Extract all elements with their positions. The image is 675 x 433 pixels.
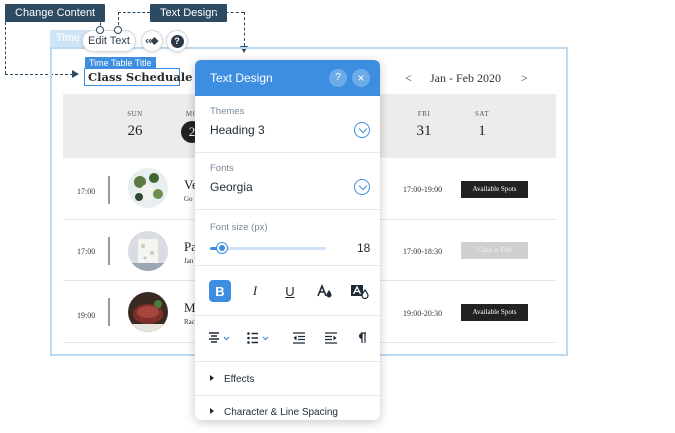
row-time: 19:00 — [77, 311, 96, 320]
class-image — [128, 231, 168, 271]
class-image — [128, 168, 168, 208]
indent-icon — [325, 332, 337, 344]
next-week-button[interactable]: > — [521, 71, 528, 86]
themes-section: Themes Heading 3 — [195, 96, 380, 153]
class-time-range: 17:00-19:00 — [403, 185, 443, 194]
schedule-title-text[interactable]: Class Scheduale — [84, 68, 192, 86]
themes-dropdown[interactable]: Heading 3 — [210, 123, 265, 137]
day-name: SUN — [127, 110, 143, 118]
day-name: SAT — [475, 110, 489, 118]
paragraph-direction-icon — [359, 332, 366, 343]
align-center-icon — [209, 332, 230, 343]
class-instructor: Jan — [184, 257, 194, 265]
font-size-value: 18 — [357, 241, 371, 255]
text-design-panel: Text Design ? × Themes Heading 3 Fonts G… — [195, 60, 380, 420]
day-date: 31 — [416, 123, 432, 139]
day-column-sat[interactable]: SAT 1 — [462, 110, 502, 140]
help-icon: ? — [170, 34, 184, 48]
animation-icon — [145, 37, 159, 45]
class-full-button: Class is Full — [461, 242, 528, 259]
outdent-icon — [293, 332, 305, 344]
text-align-dropdown[interactable] — [209, 330, 233, 346]
day-date: 26 — [127, 123, 143, 139]
row-time: 17:00 — [77, 247, 96, 256]
highlight-color-button[interactable] — [349, 280, 371, 302]
spacing-section[interactable]: Character & Line Spacing — [195, 396, 380, 420]
font-size-label: Font size (px) — [210, 222, 268, 233]
spacing-expander[interactable]: Character & Line Spacing — [210, 407, 338, 418]
connector-line — [215, 12, 244, 13]
text-design-callout: Text Design — [150, 4, 228, 22]
bullet-list-icon — [247, 332, 269, 344]
panel-header: Text Design ? × — [195, 60, 380, 96]
class-time-range: 17:00-18:30 — [403, 247, 443, 256]
panel-title: Text Design — [210, 71, 273, 85]
connector-dot — [96, 26, 104, 34]
decrease-indent-button[interactable] — [293, 330, 305, 346]
highlight-color-icon — [351, 284, 369, 299]
list-style-dropdown[interactable] — [247, 330, 273, 346]
slider-handle[interactable] — [216, 243, 227, 253]
panel-close-button[interactable]: × — [352, 69, 370, 87]
connector-line — [5, 22, 6, 74]
connector-dot — [114, 26, 122, 34]
fonts-label: Fonts — [210, 163, 234, 174]
fonts-section: Fonts Georgia — [195, 153, 380, 210]
day-name: FRI — [417, 110, 431, 118]
text-color-button[interactable] — [314, 280, 336, 302]
underline-button[interactable]: U — [279, 280, 301, 302]
fonts-chevron-down-icon[interactable] — [354, 179, 370, 195]
connector-line — [118, 12, 150, 13]
editor-canvas: Change Content Text Design Time Table Ed… — [0, 0, 675, 433]
font-size-section: Font size (px) 18 — [195, 210, 380, 266]
increase-indent-button[interactable] — [325, 330, 337, 346]
panel-help-button[interactable]: ? — [329, 69, 347, 87]
italic-button[interactable]: I — [244, 280, 266, 302]
font-size-slider[interactable] — [210, 243, 326, 253]
change-content-callout: Change Content — [5, 4, 106, 22]
row-divider — [108, 237, 110, 265]
edit-text-button[interactable]: Edit Text — [82, 30, 136, 52]
text-direction-button[interactable] — [357, 330, 368, 346]
prev-week-button[interactable]: < — [405, 71, 412, 86]
class-image — [128, 292, 168, 332]
animation-button[interactable] — [141, 30, 163, 52]
effects-section[interactable]: Effects — [195, 362, 380, 396]
class-name[interactable]: M — [184, 300, 196, 316]
fonts-dropdown[interactable]: Georgia — [210, 180, 253, 194]
date-range-label: Jan - Feb 2020 — [430, 71, 501, 85]
class-instructor: Rac — [184, 318, 195, 326]
connector-line — [96, 18, 100, 19]
help-button[interactable]: ? — [166, 30, 188, 52]
day-column-sun[interactable]: SUN 26 — [115, 110, 155, 140]
class-instructor: Go — [184, 195, 193, 203]
available-spots-button[interactable]: Available Spots — [461, 304, 528, 321]
row-time: 17:00 — [77, 187, 96, 196]
themes-chevron-down-icon[interactable] — [354, 122, 370, 138]
themes-label: Themes — [210, 106, 245, 117]
available-spots-button[interactable]: Available Spots — [461, 181, 528, 198]
effects-expander[interactable]: Effects — [210, 374, 254, 385]
row-divider — [108, 176, 110, 204]
row-divider — [108, 298, 110, 326]
day-column-fri[interactable]: FRI 31 — [404, 110, 444, 140]
class-time-range: 19:00-20:30 — [403, 309, 443, 318]
text-color-icon — [317, 284, 332, 298]
connector-line — [244, 12, 245, 46]
day-date: 1 — [478, 123, 486, 139]
bold-button[interactable]: B — [209, 280, 231, 302]
